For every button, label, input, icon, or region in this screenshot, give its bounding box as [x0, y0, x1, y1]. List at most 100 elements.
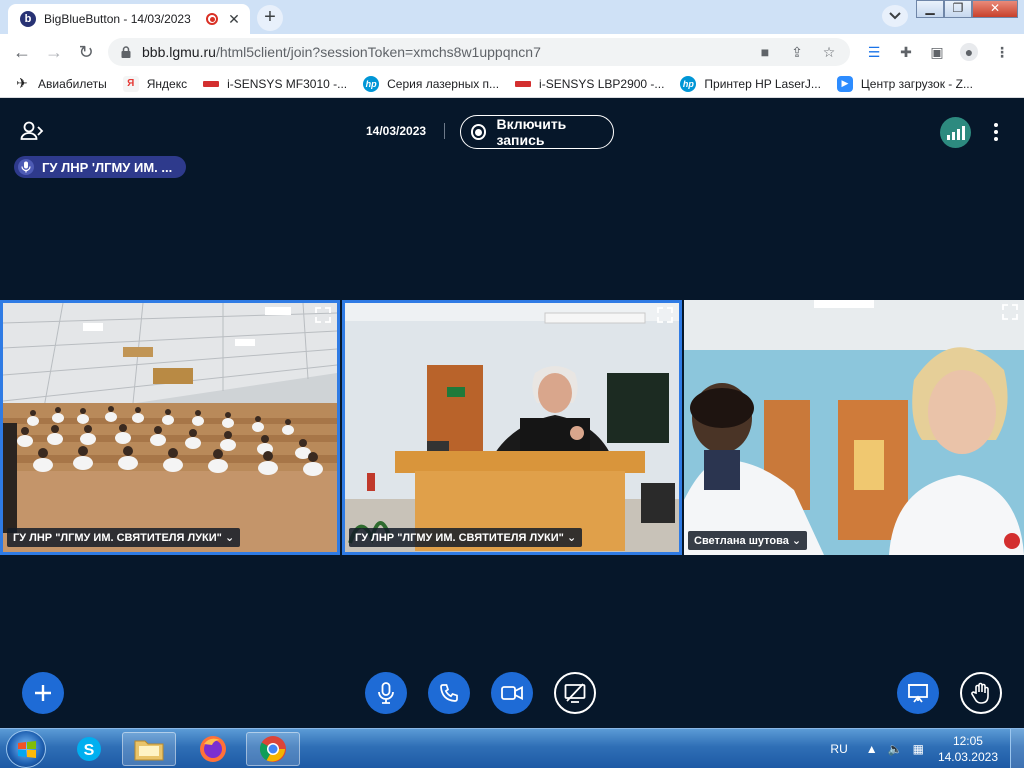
bookmark-item[interactable]: hp Принтер HP LaserJ... [680, 75, 821, 92]
bookmark-item[interactable]: i-SENSYS LBP2900 -... [515, 77, 664, 91]
bigbluebutton-favicon-icon: b [20, 11, 36, 27]
network-icon[interactable]: ▦ [913, 742, 924, 756]
raise-hand-button[interactable] [960, 672, 1002, 714]
bookmark-star-icon[interactable]: ☆ [820, 43, 838, 61]
bbb-app: 14/03/2023 Включить запись ГУ ЛНР 'ЛГМУ … [0, 99, 1024, 728]
svg-text:S: S [84, 742, 95, 759]
video-camera-icon [501, 686, 523, 700]
plus-icon [35, 685, 51, 701]
options-menu-icon[interactable] [993, 123, 999, 141]
start-recording-button[interactable]: Включить запись [460, 115, 614, 149]
video-tile[interactable]: ГУ ЛНР "ЛГМУ ИМ. СВЯТИТЕЛЯ ЛУКИ" ⌄ [0, 300, 340, 555]
hp-icon: hp [680, 75, 697, 92]
video-user-name[interactable]: Светлана шутова ⌄ [688, 531, 808, 550]
share-webcam-button[interactable] [491, 672, 533, 714]
action-bar [0, 672, 1024, 720]
close-tab-icon[interactable]: ✕ [226, 11, 242, 28]
bookmark-item[interactable]: i-SENSYS MF3010 -... [203, 77, 347, 91]
phone-icon [440, 684, 458, 702]
bookmark-item[interactable]: ▶ Центр загрузок - Z... [836, 75, 973, 92]
browser-tab-strip: b BigBlueButton - 14/03/2023 ✕ + ▁ ❐ ✕ [0, 0, 1024, 34]
camera-permission-icon[interactable]: ■ [756, 43, 774, 61]
user-list-toggle-icon[interactable] [20, 120, 44, 142]
url-text: bbb.lgmu.ru/html5client/join?sessionToke… [142, 44, 541, 60]
video-user-name[interactable]: ГУ ЛНР "ЛГМУ ИМ. СВЯТИТЕЛЯ ЛУКИ" ⌄ [349, 528, 583, 547]
skype-taskbar-button[interactable]: S [62, 732, 116, 766]
plane-icon: ✈ [16, 75, 28, 91]
side-panel-icon[interactable]: ▣ [928, 43, 946, 61]
bookmark-item[interactable]: ✈ Авиабилеты [14, 75, 107, 92]
clock-date: 14.03.2023 [937, 750, 998, 764]
talking-user-name: ГУ ЛНР 'ЛГМУ ИМ. ... [42, 159, 173, 175]
explorer-taskbar-button[interactable] [122, 732, 176, 766]
hand-icon [971, 682, 989, 704]
share-icon[interactable]: ⇪ [788, 43, 806, 61]
fullscreen-icon[interactable] [315, 307, 331, 323]
bookmarks-bar: ✈ Авиабилеты Я Яндекс i-SENSYS MF3010 -...… [0, 70, 1024, 98]
browser-menu-icon[interactable]: ⋮ [993, 43, 1011, 61]
folder-explorer-icon [134, 740, 164, 761]
share-screen-button[interactable] [554, 672, 596, 714]
microphone-icon [378, 682, 394, 704]
show-hidden-icons-icon[interactable]: ▲ [866, 742, 878, 756]
maximize-button[interactable]: ❐ [944, 0, 972, 18]
new-tab-button[interactable]: + [257, 5, 283, 31]
presentation-button[interactable] [897, 672, 939, 714]
header-divider [444, 123, 445, 139]
close-window-button[interactable]: ✕ [972, 0, 1018, 18]
muted-microphone-icon [1004, 533, 1020, 549]
extension-translate-icon[interactable]: ☰ [865, 43, 883, 61]
firefox-taskbar-button[interactable] [186, 732, 240, 766]
system-tray: RU ▲ 🔈 ▦ 12:05 14.03.2023 [830, 729, 1024, 768]
presentation-icon [908, 684, 928, 703]
show-desktop-button[interactable] [1010, 729, 1024, 768]
record-icon [471, 124, 487, 140]
actions-plus-button[interactable] [22, 672, 64, 714]
doctors-video-feed [684, 300, 1024, 555]
tab-search-button[interactable] [882, 5, 908, 27]
windows-taskbar: S RU ▲ 🔈 ▦ 12:05 14.03.2023 [0, 728, 1024, 768]
lecture-hall-video-feed [3, 303, 337, 552]
chevron-down-icon [889, 12, 901, 20]
talking-indicator[interactable]: ГУ ЛНР 'ЛГМУ ИМ. ... [14, 156, 187, 178]
forward-button[interactable]: → [44, 42, 64, 62]
leave-audio-button[interactable] [428, 672, 470, 714]
profile-avatar-icon[interactable]: ● [960, 43, 978, 61]
canon-icon [515, 80, 532, 87]
bookmark-item[interactable]: Я Яндекс [122, 75, 187, 92]
fullscreen-icon[interactable] [657, 307, 673, 323]
hp-icon: hp [363, 75, 380, 92]
back-button[interactable]: ← [12, 42, 32, 62]
browser-tab[interactable]: b BigBlueButton - 14/03/2023 ✕ [8, 4, 250, 34]
input-language-indicator[interactable]: RU [830, 742, 847, 756]
chrome-icon [259, 736, 286, 762]
extensions-puzzle-icon[interactable]: ✚ [897, 43, 915, 61]
minimize-button[interactable]: ▁ [916, 0, 944, 18]
speaker-video-feed [345, 303, 679, 552]
clock[interactable]: 12:05 14.03.2023 [938, 733, 998, 765]
connection-status-button[interactable] [940, 117, 971, 148]
windows-logo-icon [18, 741, 36, 758]
video-tile[interactable]: ГУ ЛНР "ЛГМУ ИМ. СВЯТИТЕЛЯ ЛУКИ" ⌄ [342, 300, 682, 555]
bookmark-item[interactable]: hp Серия лазерных п... [363, 75, 499, 92]
firefox-icon [200, 736, 226, 762]
clock-time: 12:05 [952, 734, 983, 748]
reload-button[interactable]: ↻ [76, 42, 96, 62]
app-header: 14/03/2023 Включить запись [0, 99, 1024, 164]
canon-icon [203, 80, 220, 87]
chrome-taskbar-button[interactable] [246, 732, 300, 766]
recording-indicator-icon [206, 13, 218, 25]
fullscreen-icon[interactable] [1002, 304, 1018, 320]
zoom-icon: ▶ [836, 75, 853, 92]
record-label: Включить запись [496, 116, 567, 148]
mute-microphone-button[interactable] [365, 672, 407, 714]
signal-bars-icon [946, 135, 950, 140]
lock-icon [121, 46, 131, 58]
start-button[interactable] [6, 730, 46, 768]
video-user-name[interactable]: ГУ ЛНР "ЛГМУ ИМ. СВЯТИТЕЛЯ ЛУКИ" ⌄ [7, 528, 241, 547]
screen-share-off-icon [564, 683, 586, 703]
video-tile[interactable]: Светлана шутова ⌄ [684, 300, 1024, 555]
tab-title: BigBlueButton - 14/03/2023 [44, 12, 191, 26]
volume-icon[interactable]: 🔈 [888, 742, 903, 756]
address-bar[interactable]: bbb.lgmu.ru/html5client/join?sessionToke… [108, 38, 850, 66]
